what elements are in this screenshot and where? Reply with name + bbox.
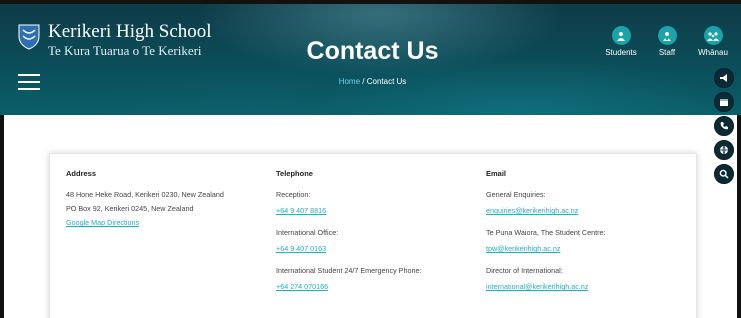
student-icon — [611, 26, 631, 45]
telephone-label: Reception: — [276, 190, 311, 199]
email-heading: Email — [486, 169, 507, 178]
email-entry: Director of International: international… — [486, 266, 686, 292]
email-label: Te Puna Waiora, The Student Centre: — [486, 228, 606, 237]
breadcrumb-home-link[interactable]: Home — [339, 77, 360, 86]
globe-icon[interactable] — [714, 140, 734, 160]
address-column: Address 48 Hone Heke Road, Kerikeri 0230… — [66, 169, 266, 228]
calendar-icon[interactable] — [714, 92, 734, 112]
email-entry: General Enquiries: enquiries@kerikerihig… — [486, 190, 686, 216]
whanau-label: Whānau — [698, 48, 728, 57]
contact-card: Address 48 Hone Heke Road, Kerikeri 0230… — [49, 153, 697, 318]
google-map-directions-link[interactable]: Google Map Directions — [66, 218, 266, 228]
phone-icon[interactable] — [714, 116, 734, 136]
email-entry: Te Puna Waiora, The Student Centre: tpw@… — [486, 228, 686, 254]
megaphone-icon[interactable] — [714, 68, 734, 88]
quick-links: Students Staff Whānau — [597, 26, 735, 57]
email-label: Director of International: — [486, 266, 563, 275]
email-label: General Enquiries: — [486, 190, 546, 199]
postal-address: PO Box 92, Kerikeri 0245, New Zealand — [66, 204, 194, 213]
email-link[interactable]: tpw@kerikerihigh.ac.nz — [486, 244, 686, 254]
whanau-link[interactable]: Whānau — [691, 26, 735, 57]
telephone-link[interactable]: +64 9 407 0163 — [276, 244, 476, 254]
email-link[interactable]: enquiries@kerikerihigh.ac.nz — [486, 206, 686, 216]
telephone-label: International Student 24/7 Emergency Pho… — [276, 266, 422, 275]
students-label: Students — [605, 48, 637, 57]
family-icon — [703, 26, 723, 45]
email-column: Email General Enquiries: enquiries@kerik… — [486, 169, 686, 304]
telephone-heading: Telephone — [276, 169, 313, 178]
students-link[interactable]: Students — [599, 26, 643, 57]
telephone-label: International Office: — [276, 228, 339, 237]
telephone-entry: International Office: +64 9 407 0163 — [276, 228, 476, 254]
breadcrumb-separator: / — [362, 77, 365, 86]
address-heading: Address — [66, 169, 97, 178]
site-header: Kerikeri High School Te Kura Tuarua o Te… — [0, 0, 741, 115]
telephone-link[interactable]: +64 274 070166 — [276, 282, 476, 292]
email-link[interactable]: international@kerikerihigh.ac.nz — [486, 282, 686, 292]
staff-link[interactable]: Staff — [645, 26, 689, 57]
side-toolbar — [714, 68, 734, 188]
breadcrumb: Home / Contact Us — [0, 77, 741, 86]
telephone-column: Telephone Reception: +64 9 407 8816 Inte… — [276, 169, 476, 304]
telephone-entry: International Student 24/7 Emergency Pho… — [276, 266, 476, 292]
search-icon[interactable] — [714, 164, 734, 184]
street-address: 48 Hone Heke Road, Kerikeri 0230, New Ze… — [66, 190, 224, 199]
staff-icon — [657, 26, 677, 45]
telephone-link[interactable]: +64 9 407 8816 — [276, 206, 476, 216]
telephone-entry: Reception: +64 9 407 8816 — [276, 190, 476, 216]
staff-label: Staff — [658, 48, 676, 57]
breadcrumb-current: Contact Us — [366, 77, 407, 86]
